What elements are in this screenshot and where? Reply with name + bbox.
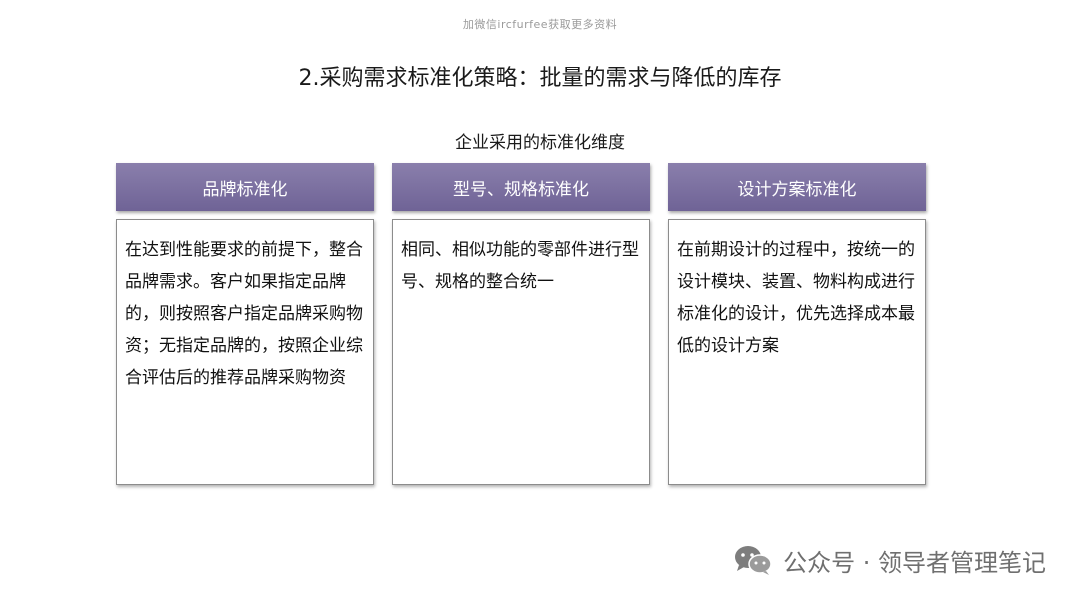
- column-header: 型号、规格标准化: [392, 163, 650, 211]
- column-model-spec-standardization: 型号、规格标准化 相同、相似功能的零部件进行型号、规格的整合统一: [392, 163, 650, 485]
- footer-text: 公众号 · 领导者管理笔记: [783, 548, 1046, 577]
- section-subtitle: 企业采用的标准化维度: [455, 133, 625, 153]
- column-body: 相同、相似功能的零部件进行型号、规格的整合统一: [392, 219, 650, 485]
- footer-watermark: 公众号 · 领导者管理笔记: [733, 540, 1046, 580]
- column-body: 在达到性能要求的前提下，整合品牌需求。客户如果指定品牌的，则按照客户指定品牌采购…: [116, 219, 374, 485]
- column-header: 品牌标准化: [116, 163, 374, 211]
- column-header: 设计方案标准化: [668, 163, 926, 211]
- wechat-icon: [735, 546, 772, 575]
- top-watermark: 加微信ircfurfee获取更多资料: [462, 18, 618, 31]
- column-design-standardization: 设计方案标准化 在前期设计的过程中，按统一的设计模块、装置、物料构成进行标准化的…: [668, 163, 926, 485]
- column-body: 在前期设计的过程中，按统一的设计模块、装置、物料构成进行标准化的设计，优先选择成…: [668, 219, 926, 485]
- column-brand-standardization: 品牌标准化 在达到性能要求的前提下，整合品牌需求。客户如果指定品牌的，则按照客户…: [116, 163, 374, 485]
- page-title: 2.采购需求标准化策略：批量的需求与降低的库存: [298, 66, 782, 91]
